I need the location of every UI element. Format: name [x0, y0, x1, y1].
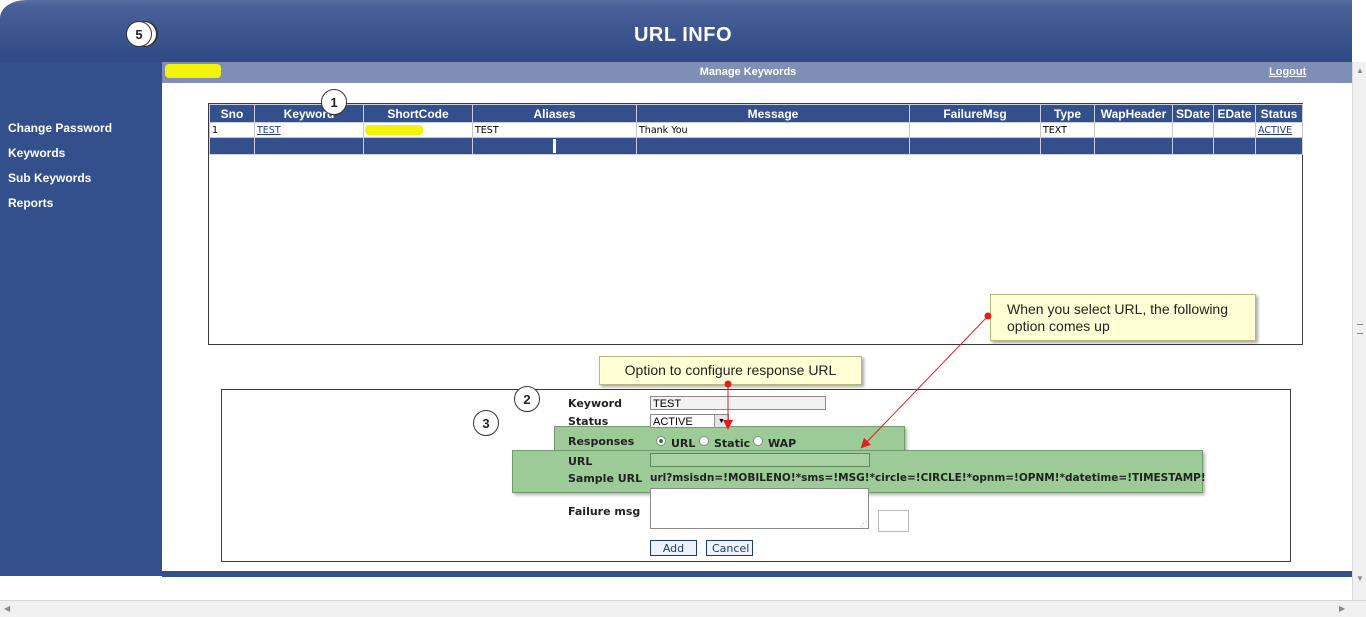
- vertical-scrollbar[interactable]: ▲ ▼: [1352, 62, 1366, 600]
- marker-5: 5: [126, 21, 152, 47]
- footer-bar: [162, 571, 1352, 577]
- arrow-to-url-row: [860, 315, 989, 449]
- scroll-up-icon[interactable]: ▲: [1356, 66, 1364, 75]
- horizontal-scrollbar[interactable]: ◀ ▶: [0, 600, 1366, 617]
- marker-3: 3: [473, 410, 499, 436]
- scroll-down-icon[interactable]: ▼: [1356, 574, 1364, 583]
- scroll-right-icon[interactable]: ▶: [1339, 604, 1345, 613]
- marker-2: 2: [514, 386, 540, 412]
- scroll-grip-icon[interactable]: [1357, 324, 1363, 334]
- arrow-origin-dot: [984, 312, 992, 320]
- marker-1: 1: [321, 89, 347, 115]
- scroll-left-icon[interactable]: ◀: [4, 604, 10, 613]
- arrow-origin-dot-2: [724, 380, 732, 388]
- annotation-arrows: [723, 312, 992, 449]
